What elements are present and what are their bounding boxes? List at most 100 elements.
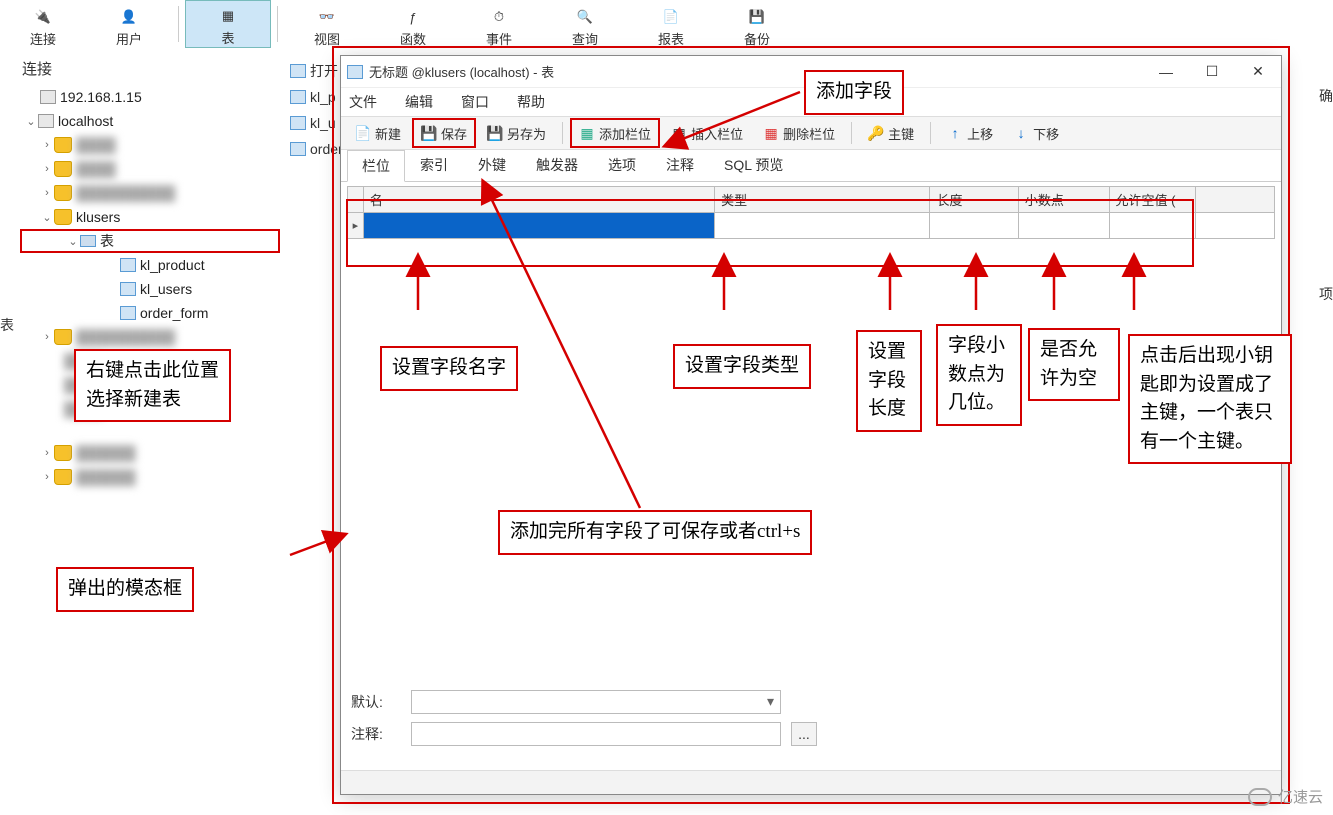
delete-column-icon: ▦ — [763, 125, 779, 141]
col-allownull[interactable]: 允许空值 ( — [1109, 187, 1195, 213]
anno-set-decimal: 字段小数点为几位。 — [936, 324, 1022, 426]
col-type[interactable]: 类型 — [715, 187, 930, 213]
collapse-icon[interactable]: ⌄ — [40, 211, 54, 224]
col-decimal[interactable]: 小数点 — [1018, 187, 1109, 213]
expand-icon[interactable]: › — [40, 139, 54, 151]
tree-db[interactable]: ›██████████ — [20, 325, 280, 349]
brand-logo-icon — [1248, 788, 1272, 806]
query-icon: 🔍 — [567, 5, 603, 29]
table-icon — [120, 282, 136, 296]
cell-allownull[interactable] — [1109, 213, 1195, 239]
dialog-toolbar: 📄新建 💾保存 💾另存为 ▦添加栏位 ▦插入栏位 ▦删除栏位 🔑主键 ↑上移 ↓… — [341, 116, 1281, 150]
tb-function[interactable]: ƒ函数 — [370, 0, 456, 48]
tab-option[interactable]: 选项 — [593, 149, 651, 181]
tree-db[interactable]: ›██████████ — [20, 181, 280, 205]
table-icon — [290, 116, 306, 130]
tree-host[interactable]: ⌄localhost — [20, 109, 280, 133]
cell-editor[interactable] — [364, 213, 714, 238]
anno-rightclick: 右键点击此位置选择新建表 — [74, 349, 231, 422]
table-icon — [347, 65, 363, 79]
tab-trigger[interactable]: 触发器 — [521, 149, 593, 181]
tab-field[interactable]: 栏位 — [347, 150, 405, 182]
comment-input[interactable] — [411, 722, 781, 746]
btn-delete-column[interactable]: ▦删除栏位 — [755, 119, 843, 147]
tree-db[interactable]: ›████ — [20, 133, 280, 157]
tree-folder-table[interactable]: ⌄表 — [20, 229, 280, 253]
tab-comment[interactable]: 注释 — [651, 149, 709, 181]
cell-key[interactable] — [1195, 213, 1274, 239]
btn-primary-key[interactable]: 🔑主键 — [860, 119, 922, 147]
separator — [562, 122, 563, 144]
close-button[interactable]: ✕ — [1235, 57, 1281, 87]
cell-decimal[interactable] — [1018, 213, 1109, 239]
col-length[interactable]: 长度 — [930, 187, 1018, 213]
expand-icon[interactable]: › — [40, 447, 54, 459]
anno-set-length: 设置字段长度 — [856, 330, 922, 432]
tree-table-item[interactable]: kl_users — [20, 277, 280, 301]
grid-row[interactable]: ▸ — [348, 213, 1275, 239]
col-name[interactable]: 名 — [363, 187, 714, 213]
cropped-text: 表 — [0, 315, 14, 335]
expand-icon[interactable]: › — [40, 163, 54, 175]
btn-insert-column[interactable]: ▦插入栏位 — [663, 119, 751, 147]
tb-table[interactable]: ▦表 — [185, 0, 271, 48]
tab-index[interactable]: 索引 — [405, 149, 463, 181]
database-icon — [54, 445, 72, 461]
key-icon: 🔑 — [868, 125, 884, 141]
tree-db-klusers[interactable]: ⌄klusers — [20, 205, 280, 229]
collapse-icon[interactable]: ⌄ — [66, 235, 80, 248]
menu-file[interactable]: 文件 — [349, 92, 377, 112]
tab-sqlpreview[interactable]: SQL 预览 — [709, 149, 798, 181]
btn-new[interactable]: 📄新建 — [347, 119, 409, 147]
statusbar — [341, 770, 1281, 794]
btn-moveup[interactable]: ↑上移 — [939, 119, 1001, 147]
default-label: 默认: — [351, 692, 401, 712]
brand-watermark: 亿速云 — [1248, 786, 1323, 807]
comment-ellipsis-button[interactable]: ... — [791, 722, 817, 746]
menu-edit[interactable]: 编辑 — [405, 92, 433, 112]
tb-user[interactable]: 👤用户 — [86, 0, 172, 48]
main-toolbar: 🔌连接 👤用户 ▦表 👓视图 ƒ函数 ⏱事件 🔍查询 📄报表 💾备份 — [0, 0, 1290, 48]
tb-event[interactable]: ⏱事件 — [456, 0, 542, 48]
field-grid[interactable]: 名 类型 长度 小数点 允许空值 ( ▸ — [347, 186, 1275, 239]
expand-icon[interactable]: › — [40, 331, 54, 343]
minimize-button[interactable]: — — [1143, 57, 1189, 87]
anno-set-name: 设置字段名字 — [380, 346, 518, 391]
maximize-button[interactable]: ☐ — [1189, 57, 1235, 87]
window-title: 无标题 @klusers (localhost) - 表 — [369, 62, 1143, 81]
separator — [930, 122, 931, 144]
btn-saveas[interactable]: 💾另存为 — [479, 119, 554, 147]
bg-tab[interactable]: 打开 — [290, 60, 343, 82]
tb-connection[interactable]: 🔌连接 — [0, 0, 86, 48]
tree-db[interactable]: ›██████ — [20, 465, 280, 489]
tree-table-item[interactable]: order_form — [20, 301, 280, 325]
menu-help[interactable]: 帮助 — [517, 92, 545, 112]
table-icon: ▦ — [210, 4, 246, 28]
tb-view[interactable]: 👓视图 — [284, 0, 370, 48]
cell-length[interactable] — [930, 213, 1018, 239]
tab-fkey[interactable]: 外键 — [463, 149, 521, 181]
collapse-icon[interactable]: ⌄ — [24, 115, 38, 128]
bg-tab[interactable]: kl_p — [290, 86, 343, 108]
menu-window[interactable]: 窗口 — [461, 92, 489, 112]
btn-add-column[interactable]: ▦添加栏位 — [571, 119, 659, 147]
cell-type[interactable] — [715, 213, 930, 239]
connection-panel-label: 连接 — [22, 58, 52, 79]
expand-icon[interactable]: › — [40, 187, 54, 199]
bg-tab[interactable]: kl_u — [290, 112, 343, 134]
tree-table-item[interactable]: kl_product — [20, 253, 280, 277]
table-icon — [290, 90, 306, 104]
cell-name[interactable] — [363, 213, 714, 239]
col-key[interactable] — [1195, 187, 1274, 213]
bg-tab[interactable]: order — [290, 138, 343, 160]
tree-db[interactable]: ›██████ — [20, 441, 280, 465]
tree-host[interactable]: 192.168.1.15 — [20, 85, 280, 109]
default-combo[interactable] — [411, 690, 781, 714]
tb-report[interactable]: 📄报表 — [628, 0, 714, 48]
tree-db[interactable]: ›████ — [20, 157, 280, 181]
tb-query[interactable]: 🔍查询 — [542, 0, 628, 48]
btn-save[interactable]: 💾保存 — [413, 119, 475, 147]
tb-backup[interactable]: 💾备份 — [714, 0, 800, 48]
expand-icon[interactable]: › — [40, 471, 54, 483]
btn-movedown[interactable]: ↓下移 — [1005, 119, 1067, 147]
